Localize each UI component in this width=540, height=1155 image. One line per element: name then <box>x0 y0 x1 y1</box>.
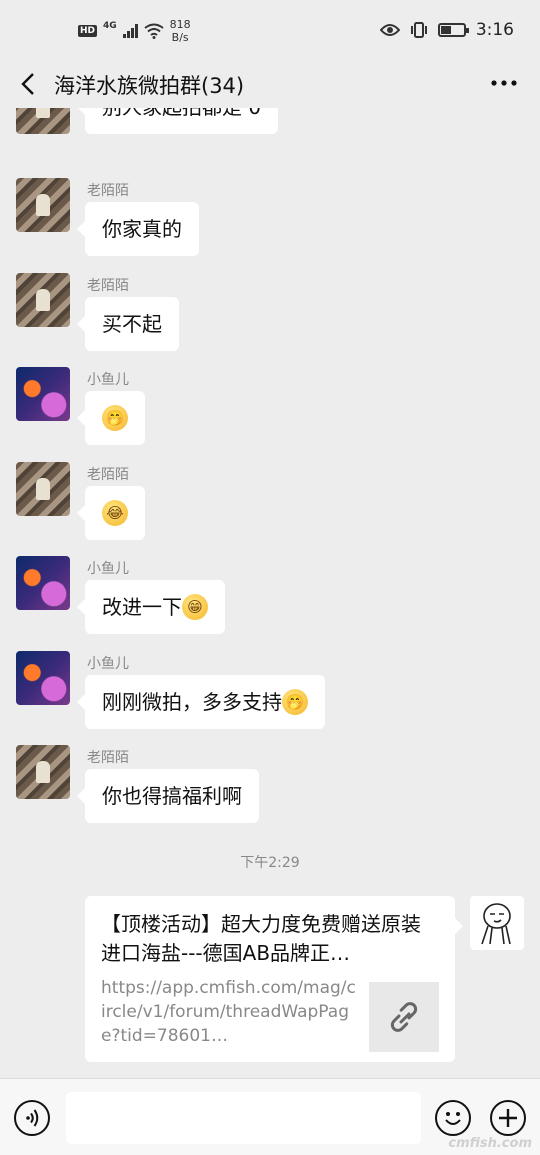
link-card[interactable]: 【顶楼活动】超大力度免费赠送原装进口海盐---德国AB品牌正… https://… <box>85 896 463 1062</box>
message-text: 你家真的 <box>102 217 182 241</box>
message-bubble[interactable]: 别人家起拍都是 0 <box>76 108 279 134</box>
chevron-left-icon[interactable] <box>14 68 44 100</box>
net-speed: 818 B/s <box>170 18 191 44</box>
net-speed-unit: B/s <box>171 31 189 44</box>
chat-header: 海洋水族微拍群(34) <box>0 62 540 108</box>
message-text: 刚刚微拍，多多支持 <box>102 690 282 714</box>
message-text: 你也得搞福利啊 <box>102 784 242 808</box>
message-bubble[interactable]: 你也得搞福利啊 <box>77 769 259 823</box>
message-bubble[interactable]: 🤭 <box>77 391 145 445</box>
avatar[interactable] <box>16 367 70 421</box>
battery-icon <box>437 23 469 37</box>
message-bubble[interactable]: 你家真的 <box>77 202 199 256</box>
sender-name: 老陌陌 <box>87 750 129 766</box>
thinking-emoji-icon: 🤭 <box>282 688 308 715</box>
status-right: 3:16 <box>379 20 514 40</box>
message-bubble[interactable]: 改进一下 😁 <box>77 580 225 634</box>
thinking-emoji-icon: 🤭 <box>102 404 128 431</box>
net-speed-value: 818 <box>169 18 191 31</box>
avatar[interactable] <box>16 651 70 705</box>
message-text: 买不起 <box>102 312 162 336</box>
sender-name: 老陌陌 <box>87 278 129 294</box>
clock: 3:16 <box>475 20 514 40</box>
avatar[interactable] <box>16 745 70 799</box>
timestamp: 下午2:29 <box>240 855 300 871</box>
hd-badge: HD <box>78 25 98 37</box>
link-title: 【顶楼活动】超大力度免费赠送原装进口海盐---德国AB品牌正… <box>101 912 421 965</box>
input-bar: cmfish.com <box>0 1078 540 1155</box>
signal-icon <box>122 24 138 38</box>
message-bubble[interactable]: 买不起 <box>77 297 179 351</box>
link-icon <box>369 982 439 1052</box>
avatar[interactable] <box>16 462 70 516</box>
self-avatar[interactable] <box>470 896 524 950</box>
message-input[interactable] <box>66 1092 421 1144</box>
message-text: 改进一下 <box>102 595 182 619</box>
message-bubble[interactable]: 刚刚微拍，多多支持 🤭 <box>77 675 325 729</box>
status-left: HD 4G 818 B/s <box>78 18 191 44</box>
sender-name: 小鱼儿 <box>87 372 129 388</box>
voice-icon[interactable] <box>14 1100 50 1136</box>
plus-icon[interactable] <box>490 1100 526 1136</box>
more-dots-icon[interactable] <box>490 68 518 103</box>
battery-level <box>440 26 451 34</box>
laughing-emoji-icon: 😂 <box>102 499 128 526</box>
message-bubble[interactable]: 😂 <box>77 486 145 540</box>
chat-area[interactable]: 别人家起拍都是 0 老陌陌 你家真的 老陌陌 买不起 小鱼儿 🤭 老陌陌 😂 <box>0 108 540 1078</box>
grin-emoji-icon: 😁 <box>182 593 208 620</box>
sender-name: 小鱼儿 <box>87 656 129 672</box>
network-label: 4G <box>103 21 117 31</box>
message-text: 别人家起拍都是 0 <box>102 108 261 119</box>
smile-icon[interactable] <box>435 1100 471 1136</box>
sender-name: 老陌陌 <box>87 467 129 483</box>
wifi-icon <box>144 23 164 39</box>
sender-name: 老陌陌 <box>87 183 129 199</box>
eye-icon <box>379 24 400 36</box>
chat-title: 海洋水族微拍群(34) <box>54 74 245 98</box>
avatar[interactable] <box>16 108 70 134</box>
avatar[interactable] <box>16 178 70 232</box>
status-bar: HD 4G 818 B/s 3:16 <box>0 0 540 62</box>
sender-name: 小鱼儿 <box>87 561 129 577</box>
link-url: https://app.cmfish.com/mag/circle/v1/for… <box>101 978 356 1046</box>
vibrate-icon <box>410 22 427 38</box>
avatar[interactable] <box>16 273 70 327</box>
watermark: cmfish.com <box>448 1136 532 1151</box>
avatar[interactable] <box>16 556 70 610</box>
